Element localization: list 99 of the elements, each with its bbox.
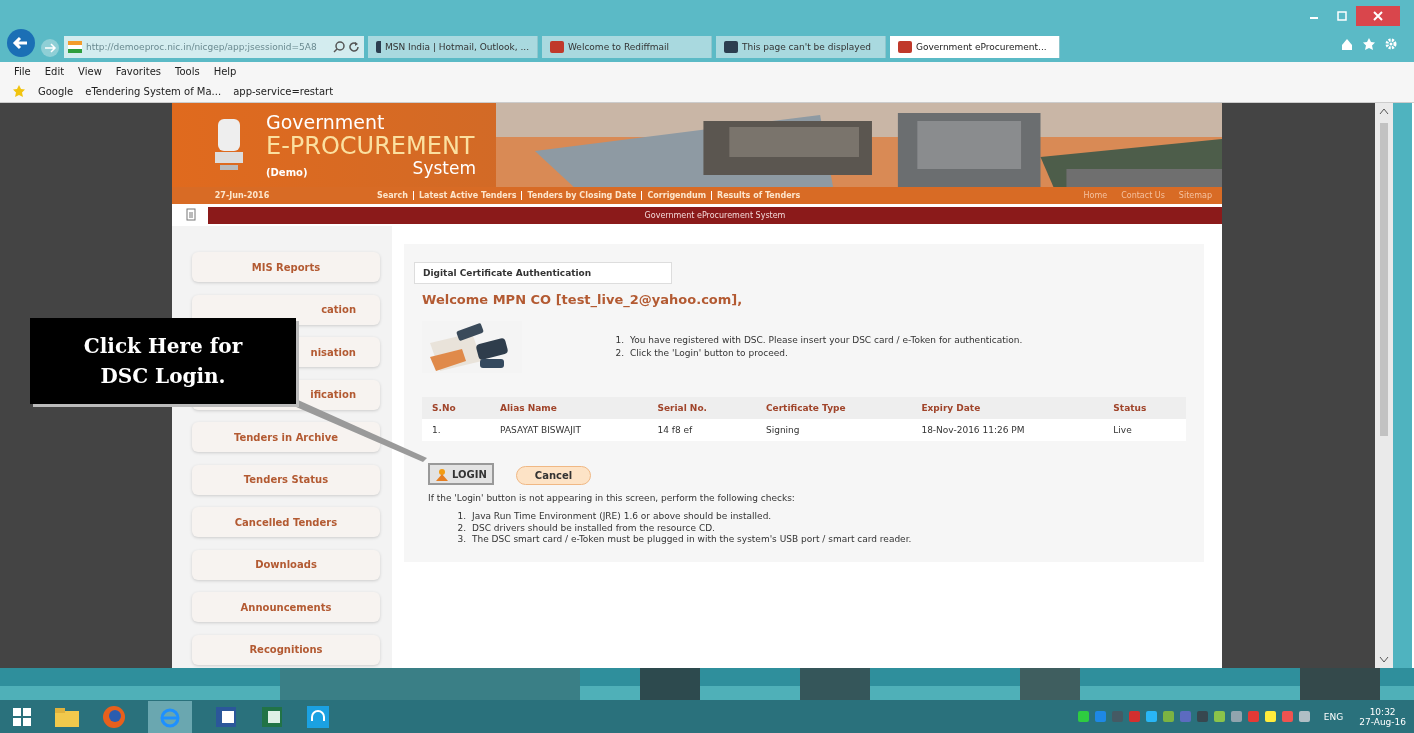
favorite-link[interactable]: eTendering System of Ma... [85,85,222,97]
favorite-link[interactable]: app-service=restart [233,85,334,97]
column-header: Certificate Type [755,397,912,419]
list-number: 2. [614,347,624,360]
folder-icon[interactable] [54,705,80,728]
search-icon[interactable] [333,41,345,53]
menu-item[interactable]: View [78,66,102,77]
document-app-icon[interactable] [214,704,238,729]
browser-tab[interactable]: Welcome to Rediffmail [542,36,712,58]
sidebar-item[interactable]: Tenders Status [192,464,380,495]
sidebar-item[interactable]: Tenders in Archive [192,422,380,452]
column-header: S.No [422,397,491,419]
menu-item[interactable]: Tools [175,66,200,77]
spreadsheet-icon[interactable] [260,704,284,729]
back-button[interactable] [6,28,36,58]
panel-tab[interactable]: Digital Certificate Authentication [414,262,672,284]
maximize-icon [1337,11,1347,21]
banner-text: Government eProcurement System [644,210,786,220]
list-number: 1. [456,511,466,523]
tray-icon[interactable] [1213,711,1225,722]
table-cell: 1. [422,419,491,441]
tray-icon[interactable] [1162,711,1174,722]
check-text: DSC drivers should be installed from the resource CD. [472,522,715,535]
browser-tab[interactable]: This page can't be displayed [716,36,886,58]
sidebar-item[interactable]: Cancelled Tenders [192,507,380,537]
list-number: 2. [456,522,466,535]
person-icon [435,467,449,481]
site-subtitle: E-PROCUREMENT [266,132,476,160]
close-button[interactable] [1356,6,1400,26]
refresh-icon[interactable] [349,41,360,53]
clock-time[interactable]: 10:32 [1369,706,1396,717]
table-cell: 18-Nov-2016 11:26 PM [911,419,1104,441]
list-number: 1. [614,334,624,347]
document-icon[interactable] [184,208,198,222]
date-text: 27-Jun-2016 [213,191,271,200]
nav-link[interactable]: Tenders by Closing Date [521,191,642,200]
star-icon[interactable] [1362,37,1376,51]
home-icon[interactable] [1340,37,1354,51]
clock-date[interactable]: 27-Aug-16 [1359,716,1406,727]
table-cell: 14 f8 ef [647,419,756,441]
check-text: Java Run Time Environment (JRE) 1.6 or above should be installed. [472,511,772,523]
browser-icon[interactable] [102,704,126,729]
nav-link[interactable]: Search [372,191,413,200]
sidebar-item[interactable]: Downloads [192,549,380,580]
site-icon [376,41,381,53]
emblem-icon [212,117,246,173]
scroll-thumb[interactable] [1380,123,1388,436]
table-cell: PASAYAT BISWAJIT [490,419,648,441]
tray-icon[interactable] [1145,711,1157,722]
tray-icon[interactable] [1230,711,1242,722]
column-header: Expiry Date [911,397,1104,419]
table-cell: Signing [755,419,912,441]
site-icon [898,41,912,53]
url-text: http://demoeproc.nic.in/nicgep/app;jsessionid=5A8 [86,42,318,52]
cancel-button[interactable]: Cancel [515,466,592,485]
note-text: If the 'Login' button is not appearing in this screen, perform the following checks: [428,493,796,503]
start-icon[interactable] [12,706,32,727]
language-indicator[interactable]: ENG [1323,711,1344,722]
sidebar-item[interactable]: Announcements [192,592,380,622]
sidebar-item[interactable]: MIS Reports [192,252,380,282]
welcome-heading: Welcome MPN CO [test_live_2@yahoo.com], [422,292,744,307]
browser-tab[interactable]: MSN India | Hotmail, Outlook, ... [368,36,538,58]
forward-button[interactable] [40,38,60,58]
favorites-star-icon[interactable] [12,85,26,97]
tray-icon[interactable] [1264,711,1276,722]
nav-link[interactable]: Results of Tenders [711,191,806,200]
column-header: Status [1103,397,1186,419]
site-title: Government [266,112,386,133]
column-header: Alias Name [490,397,648,419]
scroll-up-icon[interactable] [1379,107,1389,115]
menu-item[interactable]: Help [213,66,237,77]
callout-tooltip: Click Here for DSC Login. [30,318,296,404]
address-bar[interactable]: http://demoeproc.nic.in/nicgep/app;jsessionid=5A8 [64,36,364,58]
scroll-down-icon[interactable] [1379,656,1389,664]
tray-icon[interactable] [1298,711,1310,722]
menu-item[interactable]: Favorites [115,66,161,77]
login-button[interactable]: LOGIN [428,463,494,485]
scrollbar[interactable] [1375,103,1393,668]
table-cell: Live [1103,419,1186,441]
browser-tab[interactable]: Government eProcurement... [890,36,1060,58]
instruction-text: Click the 'Login' button to proceed. [630,347,788,360]
menu-item[interactable]: File [14,66,31,77]
instruction-text: You have registered with DSC. Please insert your DSC card / e-Token for authentication. [630,334,1023,347]
column-header: Serial No. [647,397,756,419]
check-text: The DSC smart card / e-Token must be plugged in with the system's USB port / smart card reader. [472,534,912,547]
list-number: 3. [456,534,466,547]
site-icon [724,41,738,53]
settings-icon[interactable] [1384,37,1398,51]
nav-link[interactable]: Latest Active Tenders [412,191,522,200]
tray-icon[interactable] [1077,711,1089,722]
sidebar-item[interactable]: Recognitions [192,634,380,665]
menu-item[interactable]: Edit [44,66,65,77]
favorite-link[interactable]: Google [38,85,74,97]
demo-label: (Demo) [266,167,308,178]
site-icon [550,41,564,53]
nav-link[interactable]: Corrigendum [641,191,711,200]
site-system: System [412,159,476,178]
close-icon [1373,11,1383,21]
flag-icon [68,41,82,53]
